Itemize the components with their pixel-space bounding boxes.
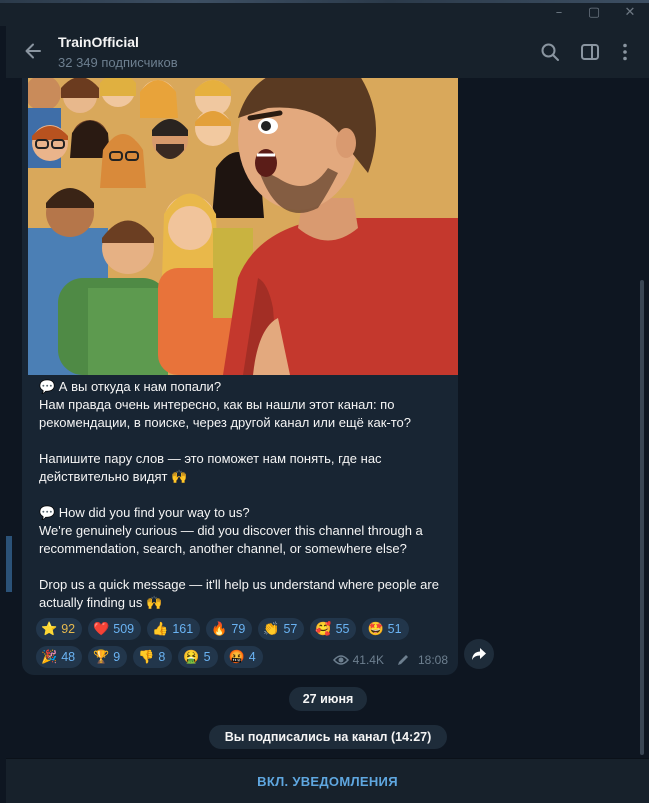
maximize-icon[interactable]: ▢ [586,6,602,20]
left-edge-indicator [6,536,12,592]
fire-icon: 🔥 [211,621,228,637]
eye-icon [332,655,349,665]
trophy-icon: 🏆 [93,649,110,665]
star-icon: ⭐ [41,621,58,637]
share-arrow-icon [472,648,486,660]
reaction-heart[interactable]: ❤️ 509 [88,618,142,640]
clap-icon: 👏 [263,621,280,637]
arrow-left-icon[interactable] [22,40,44,62]
star-struck-icon: 🤩 [367,621,384,637]
more-vertical-icon[interactable] [614,41,636,63]
channel-title[interactable]: TrainOfficial [58,34,139,50]
views-count: 41.4K [352,653,384,667]
text-line: We're genuinely curious — did you discov… [39,523,423,538]
reaction-count: 92 [61,622,76,636]
post-text: 💬 А вы откуда к нам попали? Нам правда о… [39,378,449,612]
text-line: recommendation, search, another channel,… [39,541,407,556]
subscribed-service-message: Вы подписались на канал (14:27) [209,725,447,749]
channel-post[interactable]: 💬 А вы откуда к нам попали? Нам правда о… [22,78,458,675]
titlebar-accent-strip [0,0,649,3]
reaction-count: 5 [203,650,211,664]
reaction-star-struck[interactable]: 🤩 51 [362,618,409,640]
reaction-vomit[interactable]: 🤮 5 [178,646,218,668]
reaction-thumbs-up[interactable]: 👍 161 [147,618,201,640]
text-line: Напишите пару слов — это поможет нам пон… [39,451,382,466]
party-popper-icon: 🎉 [41,649,58,665]
minimize-icon[interactable]: – [551,6,567,20]
post-image[interactable] [28,78,458,375]
reaction-count: 9 [113,650,121,664]
bottom-bar: ВКЛ. УВЕДОМЛЕНИЯ [6,758,649,803]
reaction-count: 55 [335,622,350,636]
reactions-row-1: ⭐ 92 ❤️ 509 👍 161 🔥 79 👏 57 🥰 55 🤩 51 [36,618,409,640]
text-line: Нам правда очень интересно, как вы нашли… [39,397,395,412]
chat-area[interactable]: 💬 А вы откуда к нам попали? Нам правда о… [6,78,649,758]
reaction-star[interactable]: ⭐ 92 [36,618,83,640]
reaction-count: 79 [231,622,246,636]
reaction-fire[interactable]: 🔥 79 [206,618,253,640]
reaction-count: 48 [61,650,76,664]
text-line: 💬 А вы откуда к нам попали? [39,379,222,394]
window-titlebar: – ▢ ✕ [0,0,649,26]
reaction-count: 57 [283,622,298,636]
reaction-thumbs-down[interactable]: 👎 8 [133,646,173,668]
text-line: Drop us a quick message — it'll help us … [39,577,439,592]
enable-notifications-button[interactable]: ВКЛ. УВЕДОМЛЕНИЯ [6,759,649,803]
reaction-hearts-face[interactable]: 🥰 55 [310,618,357,640]
text-line: 💬 How did you find your way to us? [39,505,250,520]
post-meta: 41.4K 18:08 [332,653,448,667]
reaction-count: 509 [113,622,135,636]
vomit-face-icon: 🤮 [183,649,200,665]
search-icon[interactable] [539,41,561,63]
chat-header: TrainOfficial 32 349 подписчиков [6,26,649,78]
reaction-clap[interactable]: 👏 57 [258,618,305,640]
scrollbar-thumb[interactable] [640,280,644,755]
reaction-cursing[interactable]: 🤬 4 [223,646,263,668]
channel-subscribers: 32 349 подписчиков [58,55,178,70]
text-line: actually finding us 🙌 [39,595,163,610]
text-line: рекомендации, в поиске, через другой кан… [39,415,411,430]
reaction-count: 161 [172,622,194,636]
reaction-count: 8 [158,650,166,664]
text-line: действительно видят 🙌 [39,469,188,484]
sidebar-toggle-icon[interactable] [579,41,601,63]
close-icon[interactable]: ✕ [622,6,638,20]
pencil-icon [397,655,408,665]
post-time: 18:08 [417,653,448,667]
reaction-count: 51 [387,622,402,636]
cursing-face-icon: 🤬 [228,649,245,665]
smiling-hearts-icon: 🥰 [315,621,332,637]
reaction-trophy[interactable]: 🏆 9 [88,646,128,668]
share-button[interactable] [464,639,494,669]
heart-icon: ❤️ [93,621,110,637]
thumbs-up-icon: 👍 [152,621,169,637]
thumbs-down-icon: 👎 [138,649,155,665]
reactions-row-2: 🎉 48 🏆 9 👎 8 🤮 5 🤬 4 [36,646,263,668]
reaction-count: 4 [248,650,256,664]
date-separator: 27 июня [289,687,367,711]
reaction-party[interactable]: 🎉 48 [36,646,83,668]
